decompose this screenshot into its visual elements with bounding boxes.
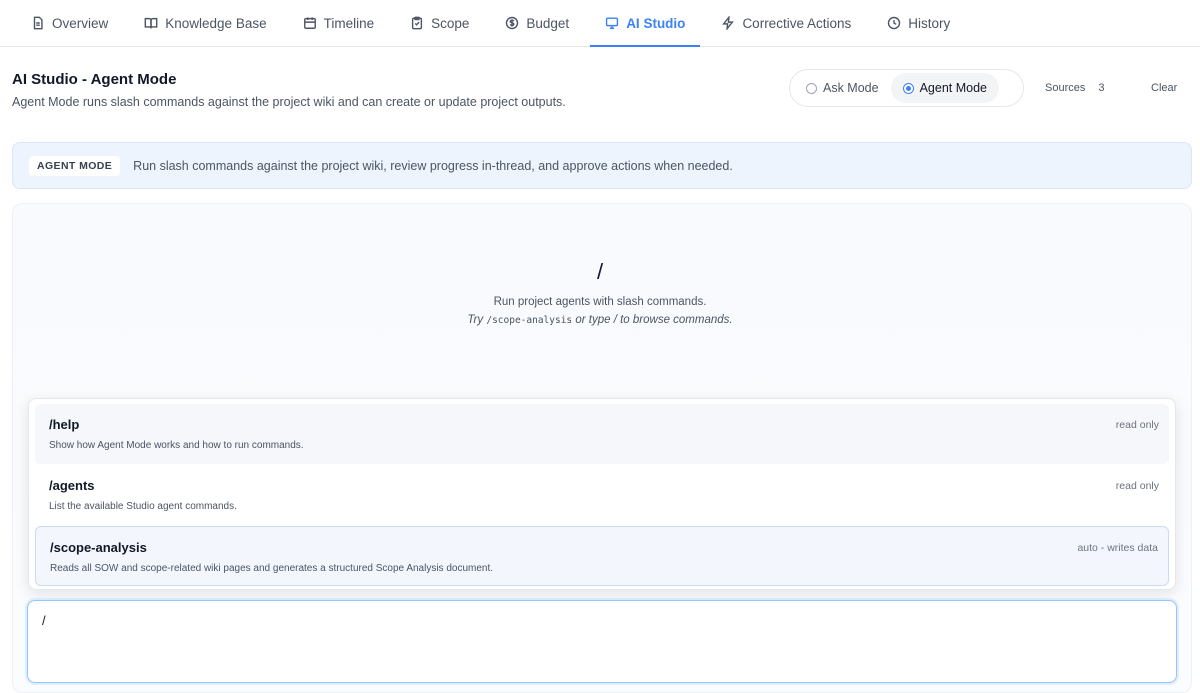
ask-mode-radio[interactable] xyxy=(806,82,817,94)
tab-corrective-actions[interactable]: Corrective Actions xyxy=(721,0,869,46)
agent-mode-badge: AGENT MODE xyxy=(29,155,121,176)
mode-toggle: Ask Mode Agent Mode xyxy=(789,69,1024,107)
banner-text: Run slash commands against the project w… xyxy=(133,158,733,173)
sources-label: Sources xyxy=(1045,82,1086,94)
calendar-icon xyxy=(303,16,317,30)
agent-mode-banner: AGENT MODE Run slash commands against th… xyxy=(12,142,1192,189)
message-input[interactable] xyxy=(28,601,1176,682)
tab-overview[interactable]: Overview xyxy=(31,0,126,46)
empty-state-hint: Try /scope-analysis or type / to browse … xyxy=(0,314,1200,326)
tab-ai-studio[interactable]: AI Studio xyxy=(590,0,703,47)
command-description: List the available Studio agent commands… xyxy=(49,501,237,512)
hint-suffix: or type / to browse commands. xyxy=(575,314,733,326)
tab-timeline[interactable]: Timeline xyxy=(303,0,393,46)
command-permission: auto - writes data xyxy=(1077,542,1158,554)
agent-mode-radio[interactable] xyxy=(902,82,914,94)
tab-label: Corrective Actions xyxy=(742,15,852,31)
message-composer xyxy=(27,600,1177,683)
clipboard-icon xyxy=(410,16,424,30)
document-icon xyxy=(31,16,45,30)
tab-budget[interactable]: Budget xyxy=(505,0,587,46)
tab-label: Knowledge Base xyxy=(165,15,267,31)
command-name: /help xyxy=(49,417,80,432)
command-agents[interactable]: /agents List the available Studio agent … xyxy=(35,465,1169,525)
tab-knowledge-base[interactable]: Knowledge Base xyxy=(144,0,284,46)
page-title: AI Studio - Agent Mode xyxy=(12,71,177,88)
agent-mode-option[interactable]: Agent Mode xyxy=(890,73,1000,103)
bolt-icon xyxy=(721,16,735,30)
book-icon xyxy=(144,16,158,30)
tab-bar: Overview Knowledge Base Timeline Scope B… xyxy=(0,0,1200,47)
ask-mode-option[interactable]: Ask Mode xyxy=(794,73,891,103)
tab-label: Overview xyxy=(52,15,109,31)
command-description: Show how Agent Mode works and how to run… xyxy=(49,440,304,451)
tab-label: Scope xyxy=(431,15,470,31)
ask-mode-label: Ask Mode xyxy=(823,81,879,95)
hint-prefix: Try xyxy=(467,314,484,326)
sources-indicator[interactable]: Sources 3 xyxy=(1045,82,1104,94)
sources-count: 3 xyxy=(1098,82,1105,94)
page-description: Agent Mode runs slash commands against t… xyxy=(12,95,566,109)
command-palette: /help Show how Agent Mode works and how … xyxy=(28,398,1176,590)
agent-mode-label: Agent Mode xyxy=(919,81,988,95)
empty-state-text: Run project agents with slash commands. xyxy=(493,296,707,308)
monitor-icon xyxy=(605,16,619,30)
tab-scope[interactable]: Scope xyxy=(410,0,487,46)
tab-history[interactable]: History xyxy=(887,0,968,46)
command-permission: read only xyxy=(1115,480,1159,492)
clock-icon xyxy=(887,16,901,30)
command-scope-analysis[interactable]: /scope-analysis Reads all SOW and scope-… xyxy=(35,526,1169,586)
command-name: /scope-analysis xyxy=(50,540,147,555)
tab-label: Budget xyxy=(526,15,570,31)
tab-label: Timeline xyxy=(323,15,375,31)
clear-button[interactable]: Clear xyxy=(1151,82,1177,94)
command-description: Reads all SOW and scope-related wiki pag… xyxy=(50,563,494,574)
command-help[interactable]: /help Show how Agent Mode works and how … xyxy=(35,404,1169,464)
command-permission: read only xyxy=(1115,419,1159,431)
command-name: /agents xyxy=(49,478,95,493)
slash-glyph: / xyxy=(596,259,604,284)
tab-label: AI Studio xyxy=(626,15,686,31)
tab-label: History xyxy=(908,15,951,31)
dollar-circle-icon xyxy=(505,16,519,30)
hint-command: /scope-analysis xyxy=(486,315,573,326)
